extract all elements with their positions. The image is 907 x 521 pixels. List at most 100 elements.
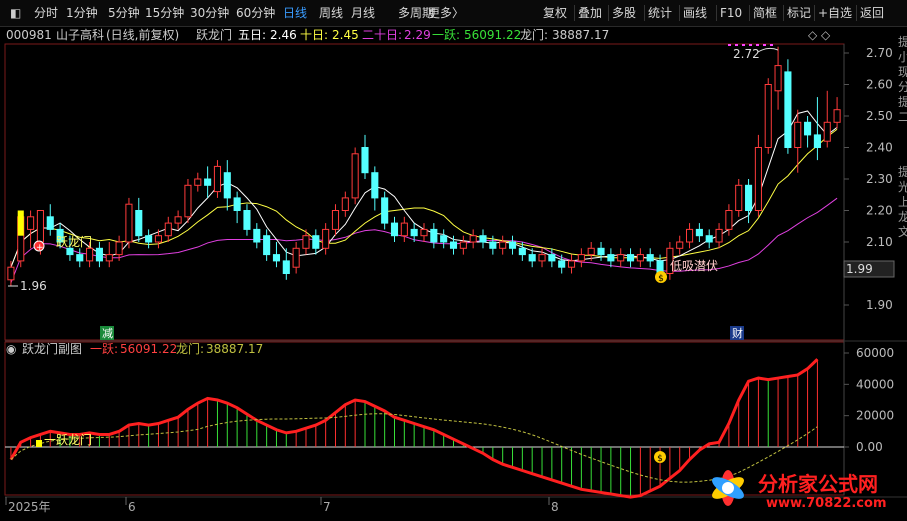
candle-body [499, 241, 507, 249]
candle-body [804, 121, 812, 136]
candle-body [774, 65, 782, 92]
candle-body [322, 228, 330, 249]
candle-body [745, 184, 753, 212]
candle-body [164, 222, 172, 237]
candle-body [125, 203, 133, 243]
candle-body [567, 260, 576, 268]
candle-body [558, 260, 566, 268]
candle-body [174, 216, 182, 224]
candle-body [813, 134, 821, 148]
main-axis-label: 2.70 [866, 46, 893, 60]
candle-body [420, 228, 428, 237]
candle-body [115, 241, 123, 256]
sub-axis-label: 0.00 [856, 440, 883, 454]
candle-body [676, 241, 684, 249]
candle-body [7, 266, 15, 281]
candle-body [194, 178, 202, 186]
candle-body [105, 254, 113, 262]
candle-body [686, 228, 694, 243]
candle-body [76, 254, 84, 262]
main-panel-frame [4, 43, 845, 341]
ma5-line [10, 110, 838, 268]
chart-canvas[interactable]: 2.70 2.60 2.50 2.40 2.30 2.20 2.10 1.90 1.99 6000… [0, 0, 907, 521]
candle-body [833, 109, 841, 123]
high-price-label: 2.72 [733, 47, 760, 61]
candle-body [243, 210, 251, 230]
candle-body [695, 228, 703, 237]
candle-body [784, 71, 792, 148]
high-dot-marker [763, 44, 766, 46]
right-edge-text: 文 [898, 224, 907, 239]
highlight-candle [17, 210, 24, 236]
main-axis-label: 2.30 [866, 172, 893, 186]
right-edge-text: 提 [898, 94, 907, 109]
right-edge-text: 小 [898, 50, 907, 64]
candle-body [764, 84, 772, 148]
candle-body [518, 247, 526, 256]
candle-body [577, 254, 585, 262]
right-edge-text: 上 [898, 195, 907, 209]
main-axis-label: 2.50 [866, 109, 893, 123]
candle-body [95, 247, 103, 262]
candle-body [223, 172, 231, 199]
yyl-signal-label: 跃龙门 [56, 234, 92, 249]
high-dot-marker [742, 44, 745, 46]
right-edge-text: 分 [898, 80, 907, 94]
high-dot-marker [728, 44, 731, 46]
candle-body [351, 153, 359, 199]
coin-symbol: $ [658, 274, 664, 284]
candle-body [263, 235, 271, 256]
candle-body [312, 235, 320, 249]
right-edge-text: 二 [898, 110, 907, 124]
candle-body [204, 178, 212, 186]
watermark-logo-icon [712, 470, 744, 506]
candle-body [459, 241, 467, 249]
candle-body [597, 247, 605, 256]
candle-body [715, 228, 723, 243]
candle-body [548, 254, 556, 262]
candle-body [508, 241, 517, 249]
candle-body [135, 210, 143, 237]
date-label: 2025年 [8, 500, 51, 514]
high-dot-marker [756, 44, 759, 46]
candle-body [449, 241, 458, 249]
candle-body [46, 216, 54, 230]
candle-body [331, 210, 340, 230]
candle-body [725, 210, 733, 230]
candle-body [440, 235, 448, 243]
candle-body [381, 197, 389, 224]
candle-body [410, 228, 418, 237]
candle-body [27, 216, 35, 230]
candle-body [430, 228, 438, 243]
candle-body [154, 235, 162, 243]
candle-body [145, 235, 153, 243]
candle-body [253, 228, 261, 243]
high-price-pointer [757, 47, 779, 53]
candle-body [341, 197, 349, 211]
candle-body [705, 235, 713, 243]
candle-body [272, 254, 281, 262]
candle-body [390, 222, 399, 237]
mark-cai-label: 财 [732, 326, 743, 340]
watermark: 分析家公式网 www.70822.com [700, 458, 900, 518]
candle-body [400, 222, 408, 237]
sub-signal-marker [36, 440, 42, 447]
candle-body [86, 247, 94, 262]
right-edge-text: 龙 [898, 210, 907, 224]
main-axis-label: 2.40 [866, 141, 893, 155]
sub-coin-symbol: $ [657, 454, 663, 464]
main-axis-label: 1.90 [866, 298, 893, 312]
candle-body [184, 184, 192, 218]
candle-body [646, 254, 654, 262]
right-edge-text: 光 [898, 180, 907, 194]
candle-body [636, 254, 644, 262]
sub-yyl-label: 一跃龙门 [44, 432, 92, 447]
candle-body [361, 147, 369, 174]
candle-body [626, 254, 635, 262]
main-axis-label: 2.10 [866, 235, 893, 249]
candle-body [489, 241, 497, 249]
mark-jian-label: 减 [102, 327, 113, 340]
date-label: 8 [551, 500, 559, 514]
candle-body [371, 172, 379, 199]
sub-axis-label: 60000 [856, 346, 894, 360]
